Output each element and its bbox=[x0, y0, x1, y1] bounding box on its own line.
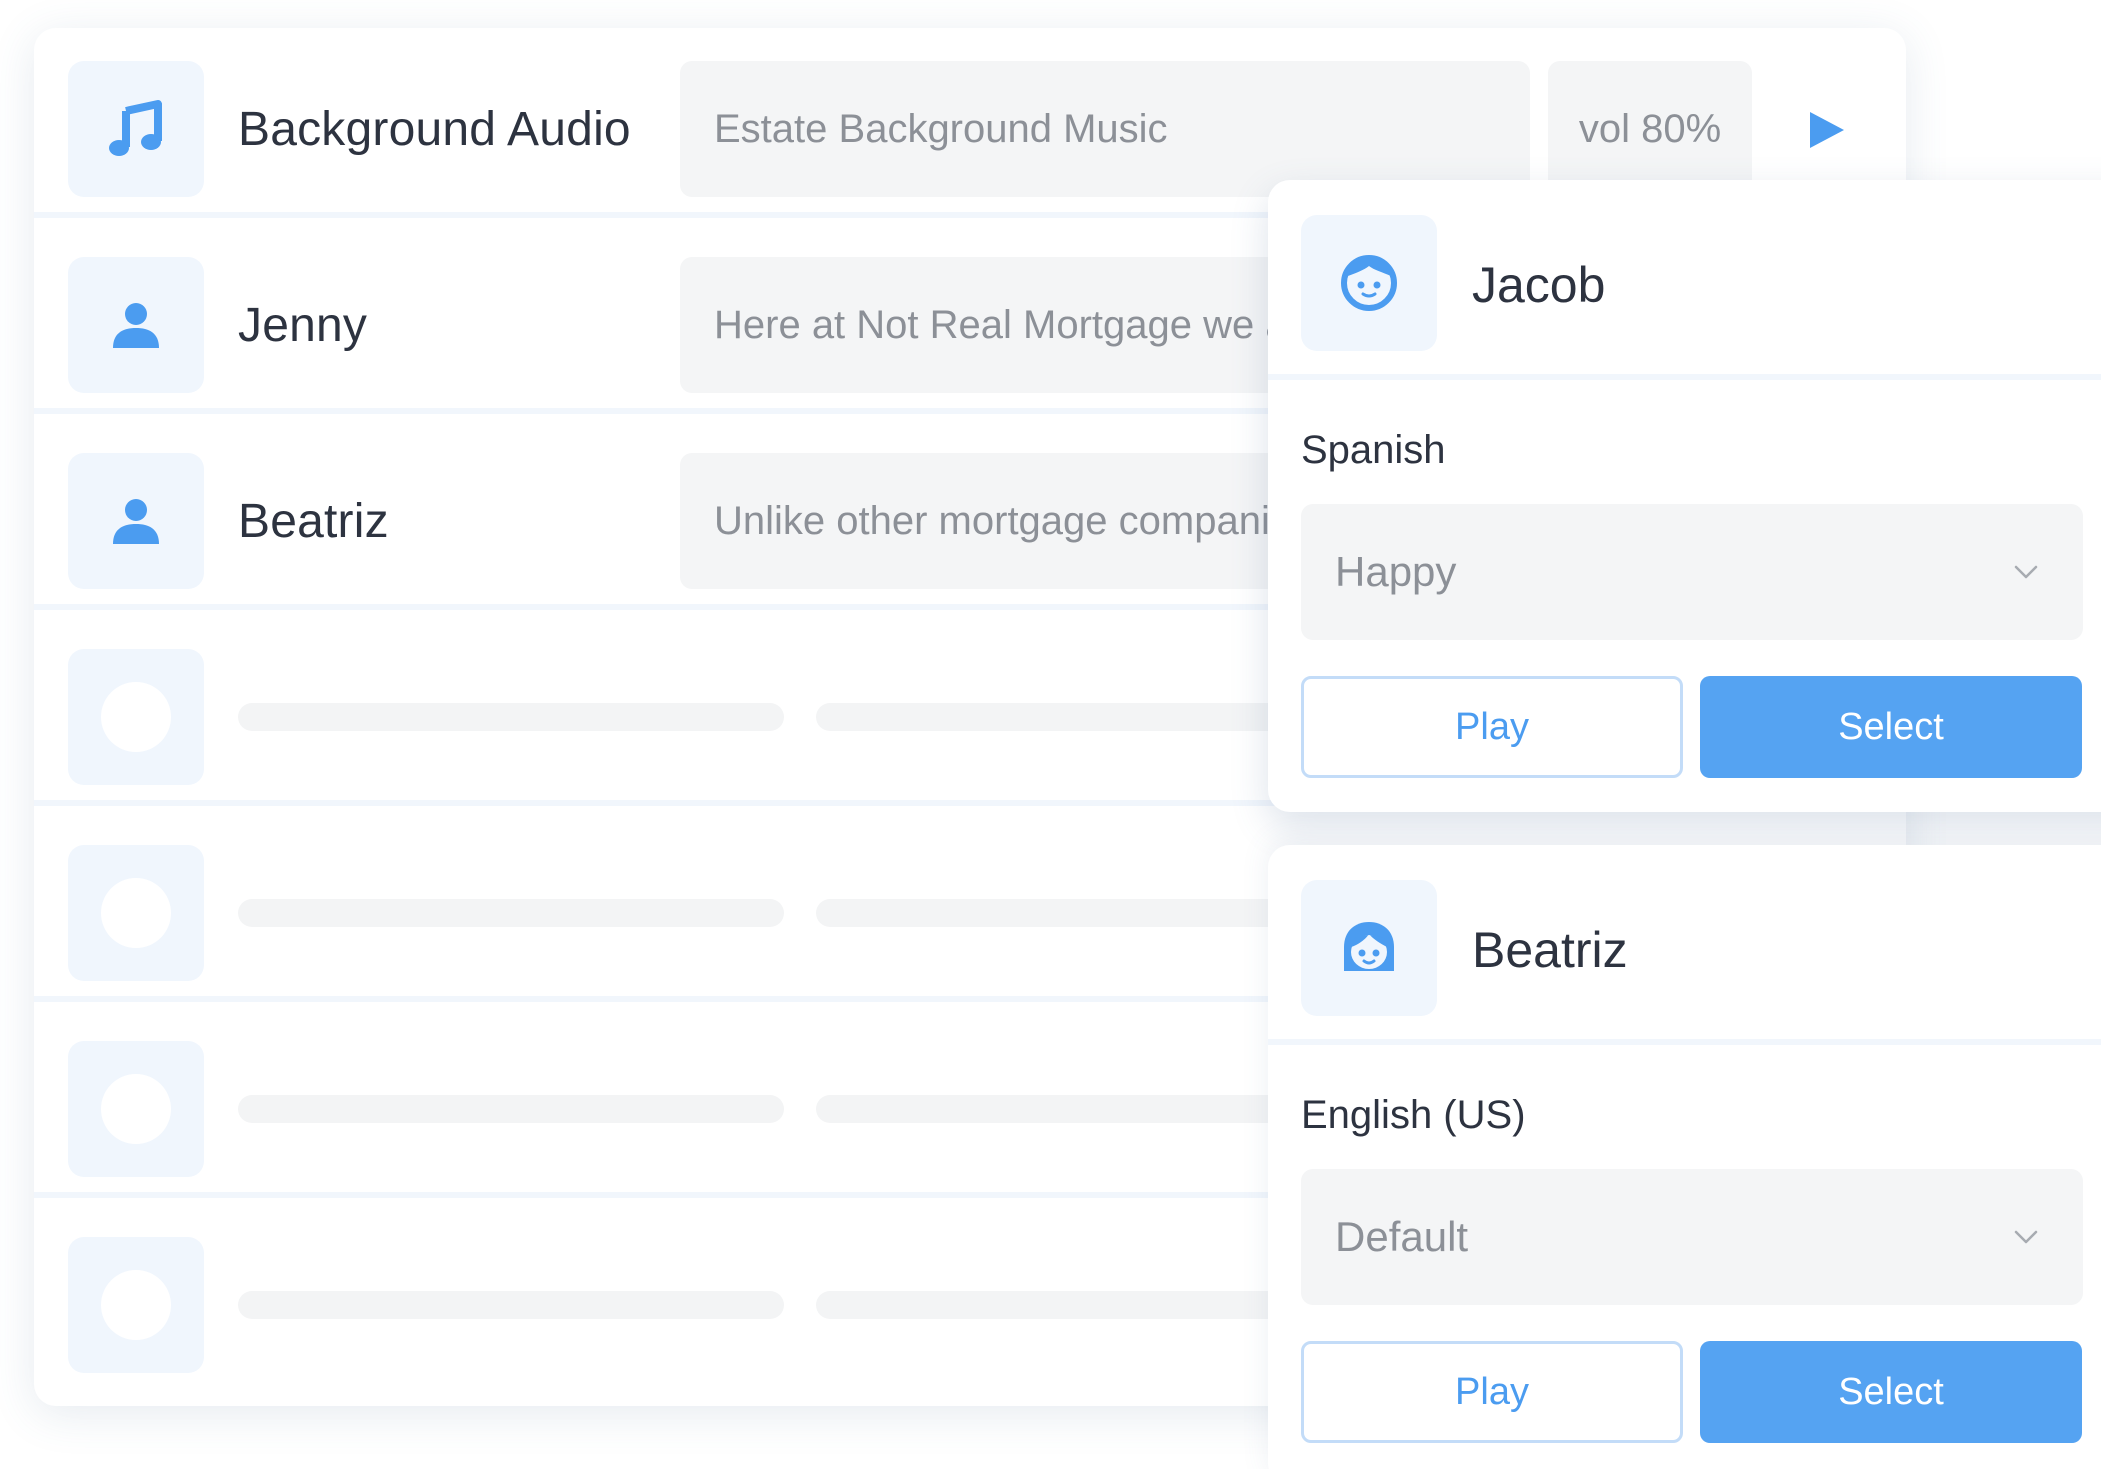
voice-card-header: Beatriz bbox=[1268, 845, 2101, 1045]
skeleton-bar bbox=[816, 703, 1316, 731]
person-icon bbox=[68, 257, 204, 393]
voice-card-beatriz: Beatriz English (US) Default Play Select bbox=[1268, 845, 2101, 1469]
face-male-icon bbox=[1301, 215, 1437, 351]
track-name: Background Audio bbox=[238, 102, 631, 156]
placeholder-avatar bbox=[68, 845, 204, 981]
style-dropdown-value: Happy bbox=[1335, 548, 1457, 595]
style-dropdown[interactable]: Default bbox=[1301, 1169, 2083, 1305]
select-button[interactable]: Select bbox=[1700, 1341, 2082, 1443]
voice-builder-stage: Background Audio Estate Background Music… bbox=[0, 0, 2101, 1469]
skeleton-bar bbox=[238, 899, 784, 927]
person-icon bbox=[68, 453, 204, 589]
play-triangle-icon[interactable] bbox=[1804, 108, 1848, 152]
play-button[interactable]: Play bbox=[1301, 676, 1683, 778]
placeholder-circle bbox=[101, 682, 171, 752]
track-name: Jenny bbox=[238, 298, 368, 352]
music-note-icon bbox=[68, 61, 204, 197]
voice-name: Beatriz bbox=[1472, 922, 1628, 978]
placeholder-circle bbox=[101, 1074, 171, 1144]
skeleton-bar bbox=[816, 1291, 1316, 1319]
voice-card-header: Jacob bbox=[1268, 180, 2101, 380]
placeholder-circle bbox=[101, 878, 171, 948]
track-text-field[interactable]: Estate Background Music bbox=[680, 61, 1530, 197]
voice-card-jacob: Jacob Spanish Happy Play Select bbox=[1268, 180, 2101, 812]
skeleton-bar bbox=[238, 1291, 784, 1319]
select-button[interactable]: Select bbox=[1700, 676, 2082, 778]
placeholder-avatar bbox=[68, 1237, 204, 1373]
chevron-down-icon bbox=[2014, 1230, 2038, 1244]
play-button[interactable]: Play bbox=[1301, 1341, 1683, 1443]
voice-name: Jacob bbox=[1472, 257, 1606, 313]
language-label: English (US) bbox=[1301, 1093, 1526, 1137]
skeleton-bar bbox=[238, 703, 784, 731]
style-dropdown[interactable]: Happy bbox=[1301, 504, 2083, 640]
skeleton-bar bbox=[816, 1095, 1316, 1123]
track-name: Beatriz bbox=[238, 494, 389, 548]
volume-field[interactable]: vol 80% bbox=[1548, 61, 1752, 197]
chevron-down-icon bbox=[2014, 565, 2038, 579]
skeleton-bar bbox=[238, 1095, 784, 1123]
face-female-icon bbox=[1301, 880, 1437, 1016]
skeleton-bar bbox=[816, 899, 1316, 927]
placeholder-avatar bbox=[68, 1041, 204, 1177]
style-dropdown-value: Default bbox=[1335, 1213, 1469, 1260]
placeholder-circle bbox=[101, 1270, 171, 1340]
placeholder-avatar bbox=[68, 649, 204, 785]
language-label: Spanish bbox=[1301, 428, 1446, 472]
